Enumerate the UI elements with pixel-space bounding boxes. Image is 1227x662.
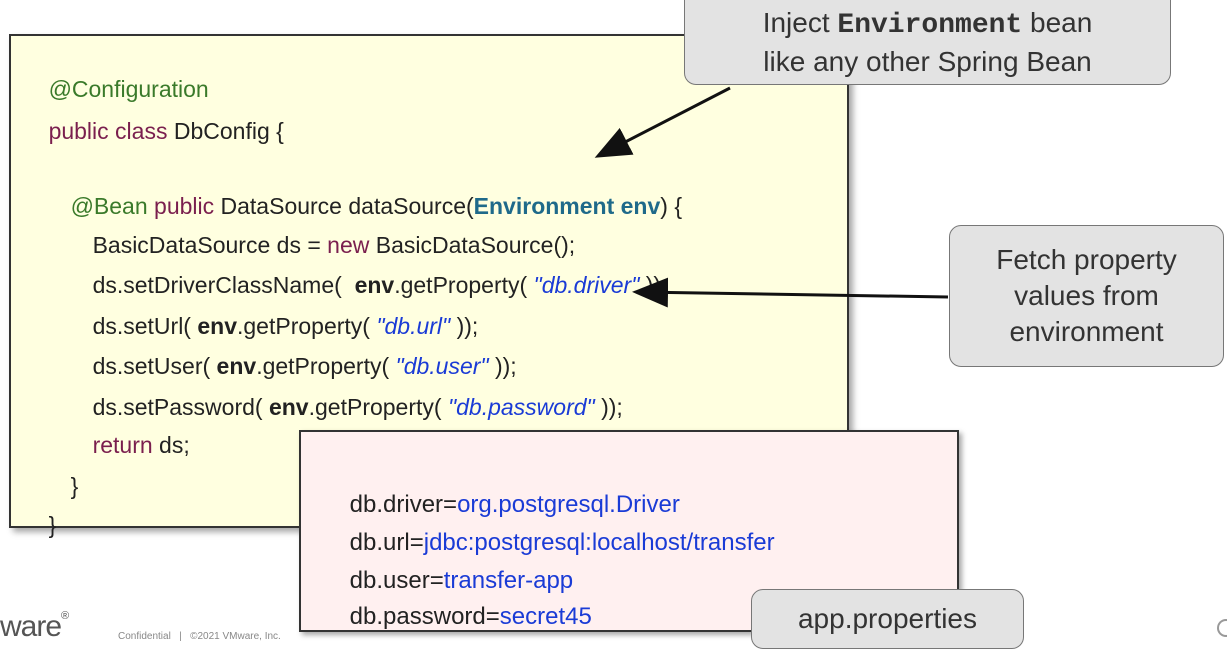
logo-text: ware: [0, 610, 62, 643]
arrow-layer: [594, 86, 949, 308]
confidential-notice: Confidential | ©2021 VMware, Inc.: [118, 631, 281, 642]
fetch-arrow: [632, 277, 949, 308]
inject-arrow: [594, 86, 731, 158]
registered-mark: ®: [61, 610, 69, 622]
vmware-logo: ware®: [0, 610, 69, 644]
